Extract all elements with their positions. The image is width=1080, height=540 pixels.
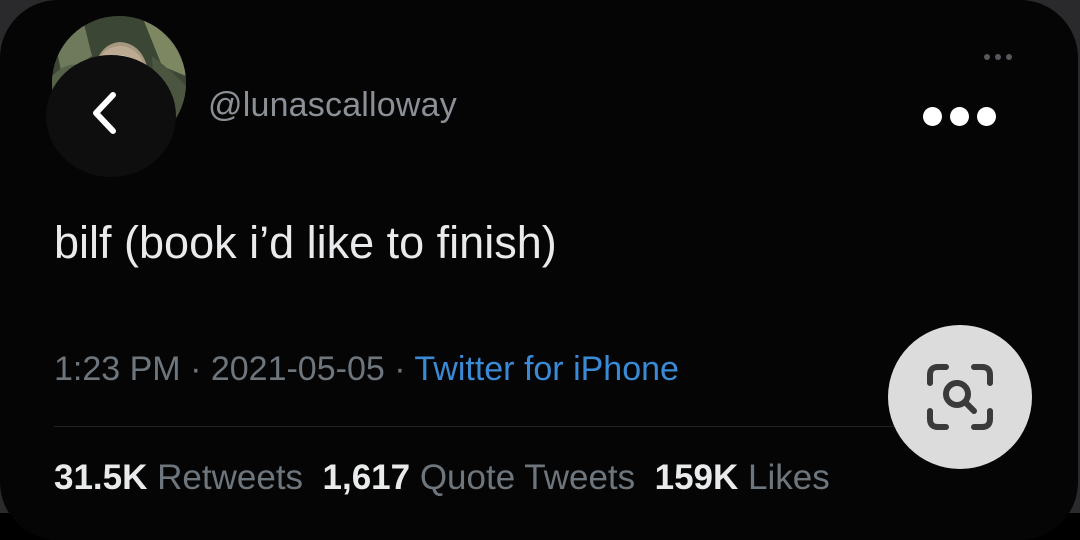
image-search-icon: [927, 364, 993, 430]
more-horizontal-icon: [922, 106, 942, 126]
user-handle[interactable]: @lunascalloway: [208, 86, 457, 125]
engagement-stats: 31.5K Retweets 1,617 Quote Tweets 159K L…: [54, 458, 830, 498]
tweet-date: 2021-05-05: [210, 350, 385, 388]
tweet-text: bilf (book i’d like to finish): [54, 217, 557, 268]
tweet-card: @lunascalloway bilf (book i’d like to fi…: [0, 0, 1078, 540]
tweet-time: 1:23 PM: [54, 350, 181, 388]
retweets-count: 31.5K: [54, 458, 148, 497]
more-options-button[interactable]: [918, 94, 1000, 138]
retweets-label: Retweets: [157, 458, 304, 497]
screen-frame: @lunascalloway bilf (book i’d like to fi…: [0, 0, 1080, 540]
back-button[interactable]: [46, 55, 176, 177]
status-dots-icon: [984, 54, 1012, 60]
quote-tweets-label: Quote Tweets: [419, 458, 636, 497]
likes-stat[interactable]: 159K Likes: [655, 458, 830, 497]
meta-separator: ·: [384, 350, 415, 388]
likes-label: Likes: [748, 458, 830, 497]
visual-search-button[interactable]: [888, 325, 1032, 469]
meta-separator: ·: [180, 350, 211, 388]
divider: [54, 426, 914, 427]
quote-tweets-stat[interactable]: 1,617 Quote Tweets: [323, 458, 636, 497]
likes-count: 159K: [654, 458, 739, 497]
retweets-stat[interactable]: 31.5K Retweets: [54, 458, 303, 497]
tweet-source-link[interactable]: Twitter for iPhone: [414, 350, 679, 388]
quote-tweets-count: 1,617: [322, 458, 411, 497]
tweet-meta: 1:23 PM · 2021-05-05 · Twitter for iPhon…: [54, 350, 679, 389]
chevron-left-icon: [93, 92, 116, 134]
